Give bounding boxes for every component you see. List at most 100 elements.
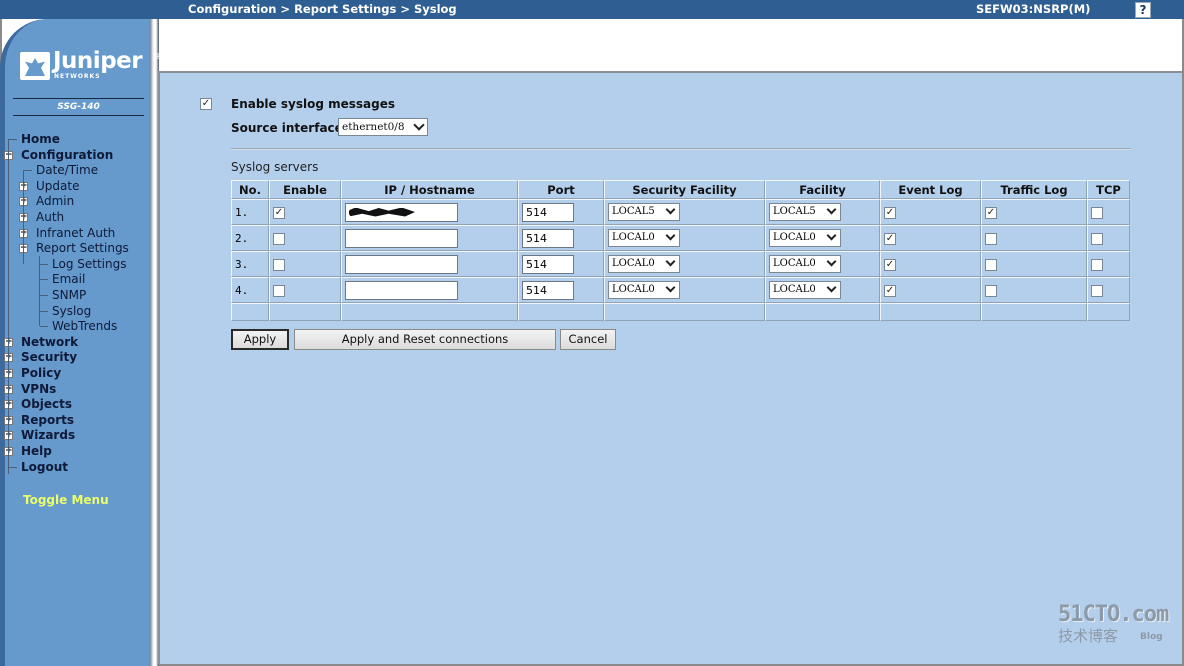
watermark-brand: 51CTO.com xyxy=(1058,602,1169,627)
traffic-log-checkbox[interactable] xyxy=(985,284,997,297)
nav-item-objects[interactable]: +Objects xyxy=(0,397,150,412)
col-header-port: Port xyxy=(518,180,604,199)
nav-item-wizards[interactable]: +Wizards xyxy=(0,428,150,443)
divider xyxy=(13,98,144,99)
traffic-log-cell: ✓ xyxy=(981,199,1087,225)
event-log-checkbox[interactable]: ✓ xyxy=(884,258,896,271)
juniper-leaf-icon xyxy=(20,52,50,80)
tree-connector xyxy=(40,263,48,265)
tree-connector xyxy=(23,170,24,264)
nav-item-network[interactable]: +Network xyxy=(0,335,150,350)
tree-connector xyxy=(9,139,17,140)
nav-item-label: Log Settings xyxy=(52,256,127,271)
table-row: 1. ✓ 514 LOCAL5 LOCAL5 ✓ ✓ xyxy=(231,199,1130,225)
host-cell xyxy=(341,251,518,277)
event-log-cell: ✓ xyxy=(880,199,981,225)
toggle-menu-link[interactable]: Toggle Menu xyxy=(23,493,109,507)
nav-item-security[interactable]: +Security xyxy=(0,350,150,365)
nav-item-vpns[interactable]: +VPNs xyxy=(0,382,150,397)
logo-text: Juniper xyxy=(53,48,143,74)
security-facility-cell: LOCAL0 xyxy=(604,225,765,251)
port-input[interactable]: 514 xyxy=(522,254,574,274)
facility-value: LOCAL0 xyxy=(773,284,816,295)
security-facility-value: LOCAL0 xyxy=(612,284,655,295)
tcp-checkbox[interactable] xyxy=(1091,258,1103,271)
security-facility-select[interactable]: LOCAL0 xyxy=(608,229,680,247)
facility-select[interactable]: LOCAL0 xyxy=(769,229,841,247)
tcp-checkbox[interactable] xyxy=(1091,284,1103,297)
nav-item-label: Email xyxy=(52,272,86,287)
nav-item-label: Date/Time xyxy=(36,163,99,178)
nav-item-label: Logout xyxy=(21,459,69,474)
facility-select[interactable]: LOCAL0 xyxy=(769,281,841,299)
event-log-checkbox[interactable]: ✓ xyxy=(884,206,896,219)
tcp-checkbox[interactable] xyxy=(1091,232,1103,245)
tcp-cell xyxy=(1087,199,1130,225)
nav-item-label: Help xyxy=(21,444,52,458)
host-input[interactable] xyxy=(345,228,458,248)
facility-cell: LOCAL0 xyxy=(765,251,880,277)
port-cell: 514 xyxy=(518,251,604,277)
facility-cell: LOCAL5 xyxy=(765,199,880,225)
nav-item-logout[interactable]: Logout xyxy=(0,460,150,475)
nav-item-snmp[interactable]: SNMP xyxy=(0,288,150,303)
nav-item-configuration[interactable]: −Configuration xyxy=(0,148,150,163)
port-input[interactable]: 514 xyxy=(522,280,574,300)
nav-item-webtrends[interactable]: WebTrends xyxy=(0,319,150,334)
enable-syslog-checkbox[interactable]: ✓ xyxy=(200,98,212,110)
nav-item-label: Home xyxy=(21,132,60,146)
event-log-checkbox[interactable]: ✓ xyxy=(884,232,896,245)
port-input[interactable]: 514 xyxy=(522,202,574,222)
traffic-log-checkbox[interactable]: ✓ xyxy=(985,206,997,219)
traffic-log-cell xyxy=(981,225,1087,251)
apply-button[interactable]: Apply xyxy=(231,329,289,350)
row-number: 4. xyxy=(231,277,269,303)
facility-select[interactable]: LOCAL0 xyxy=(769,255,841,273)
nav-item-reports[interactable]: +Reports xyxy=(0,413,150,428)
enable-cell xyxy=(269,277,341,303)
syslog-servers-table: No. Enable IP / Hostname Port Security F… xyxy=(231,180,1130,321)
tree-connector xyxy=(40,295,48,296)
help-icon[interactable]: ? xyxy=(1135,2,1151,18)
event-log-checkbox[interactable]: ✓ xyxy=(884,284,896,297)
nav-item-syslog[interactable]: Syslog xyxy=(0,304,150,319)
security-facility-select[interactable]: LOCAL5 xyxy=(608,203,680,221)
nav-item-home[interactable]: Home xyxy=(0,132,150,147)
enable-syslog-label: Enable syslog messages xyxy=(231,97,395,111)
empty-cell xyxy=(231,303,269,321)
enable-checkbox[interactable] xyxy=(273,232,285,245)
nav-item-email[interactable]: Email xyxy=(0,272,150,287)
col-header-facility: Facility xyxy=(765,180,880,199)
traffic-log-checkbox[interactable] xyxy=(985,258,997,271)
breadcrumb: Configuration > Report Settings > Syslog xyxy=(188,2,457,16)
source-interface-label: Source interface xyxy=(231,121,343,135)
tcp-checkbox[interactable] xyxy=(1091,206,1103,219)
nav-item-label: Syslog xyxy=(52,303,92,318)
col-header-security-facility: Security Facility xyxy=(604,180,765,199)
chevron-down-icon xyxy=(665,230,676,241)
enable-checkbox[interactable]: ✓ xyxy=(273,206,285,219)
host-input[interactable] xyxy=(345,202,458,222)
host-input[interactable] xyxy=(345,280,458,300)
nav-item-label: SNMP xyxy=(52,288,87,302)
chevron-down-icon xyxy=(665,204,676,215)
col-header-no: No. xyxy=(231,180,269,199)
facility-select[interactable]: LOCAL5 xyxy=(769,203,841,221)
host-input[interactable] xyxy=(345,254,458,274)
security-facility-select[interactable]: LOCAL0 xyxy=(608,281,680,299)
nav-item-label: Auth xyxy=(36,210,65,224)
source-interface-select[interactable]: ethernet0/8 xyxy=(338,118,428,136)
port-input[interactable]: 514 xyxy=(522,228,574,248)
apply-reset-button[interactable]: Apply and Reset connections xyxy=(294,329,556,350)
traffic-log-checkbox[interactable] xyxy=(985,232,997,245)
enable-checkbox[interactable] xyxy=(273,258,285,271)
chevron-down-icon xyxy=(826,282,837,293)
traffic-log-cell xyxy=(981,251,1087,277)
enable-checkbox[interactable] xyxy=(273,284,285,297)
nav-item-help[interactable]: +Help xyxy=(0,444,150,459)
nav-item-policy[interactable]: +Policy xyxy=(0,366,150,381)
security-facility-select[interactable]: LOCAL0 xyxy=(608,255,680,273)
divider xyxy=(231,148,1131,150)
tree-connector xyxy=(8,139,9,474)
cancel-button[interactable]: Cancel xyxy=(560,329,616,350)
